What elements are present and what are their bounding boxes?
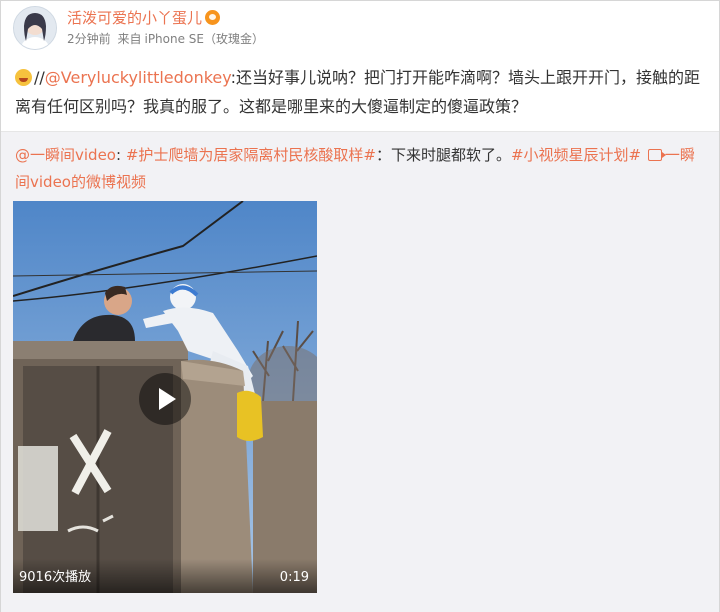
topic-link-nurse[interactable]: #护士爬墙为居家隔离村民核酸取样# bbox=[126, 146, 376, 164]
post-time[interactable]: 2分钟前 bbox=[67, 32, 111, 46]
play-button[interactable] bbox=[139, 373, 191, 425]
video-player[interactable]: 9016次播放 0:19 bbox=[13, 201, 317, 593]
weibo-post: 活泼可爱的小丫蛋儿 2分钟前 来自 iPhone SE（玫瑰金） //@Veryl… bbox=[0, 0, 720, 612]
repost-colon: : bbox=[115, 146, 126, 164]
avatar-icon bbox=[14, 7, 56, 49]
author-name[interactable]: 活泼可爱的小丫蛋儿 bbox=[67, 7, 221, 28]
author-name-text: 活泼可爱的小丫蛋儿 bbox=[67, 9, 203, 27]
video-duration: 0:19 bbox=[279, 570, 309, 585]
repost-chain-prefix: // bbox=[34, 68, 45, 87]
post-source[interactable]: iPhone SE（玫瑰金） bbox=[144, 32, 264, 46]
avatar[interactable] bbox=[13, 6, 57, 50]
source-prefix: 来自 bbox=[117, 32, 142, 46]
repost-text: @一瞬间video: #护士爬墙为居家隔离村民核酸取样#：下来时腿都软了。#小视… bbox=[15, 142, 709, 196]
post-text: //@Veryluckylittledonkey:还当好事儿说呐？把门打开能咋滴… bbox=[15, 63, 709, 121]
laughing-emoji-icon bbox=[15, 69, 32, 86]
vip-badge-icon bbox=[205, 10, 221, 25]
mention-link[interactable]: @Veryluckylittledonkey bbox=[45, 68, 231, 87]
repost-body: ：下来时腿都软了。 bbox=[375, 146, 511, 164]
repost-author-link[interactable]: @一瞬间video bbox=[15, 146, 116, 164]
topic-link-video-plan[interactable]: #小视频星辰计划# bbox=[511, 146, 641, 164]
reposted-content: @一瞬间video: #护士爬墙为居家隔离村民核酸取样#：下来时腿都软了。#小视… bbox=[1, 131, 719, 612]
video-link-icon[interactable] bbox=[647, 149, 666, 161]
play-count: 9016次播放 bbox=[19, 570, 92, 585]
post-meta: 2分钟前 来自 iPhone SE（玫瑰金） bbox=[67, 30, 264, 47]
